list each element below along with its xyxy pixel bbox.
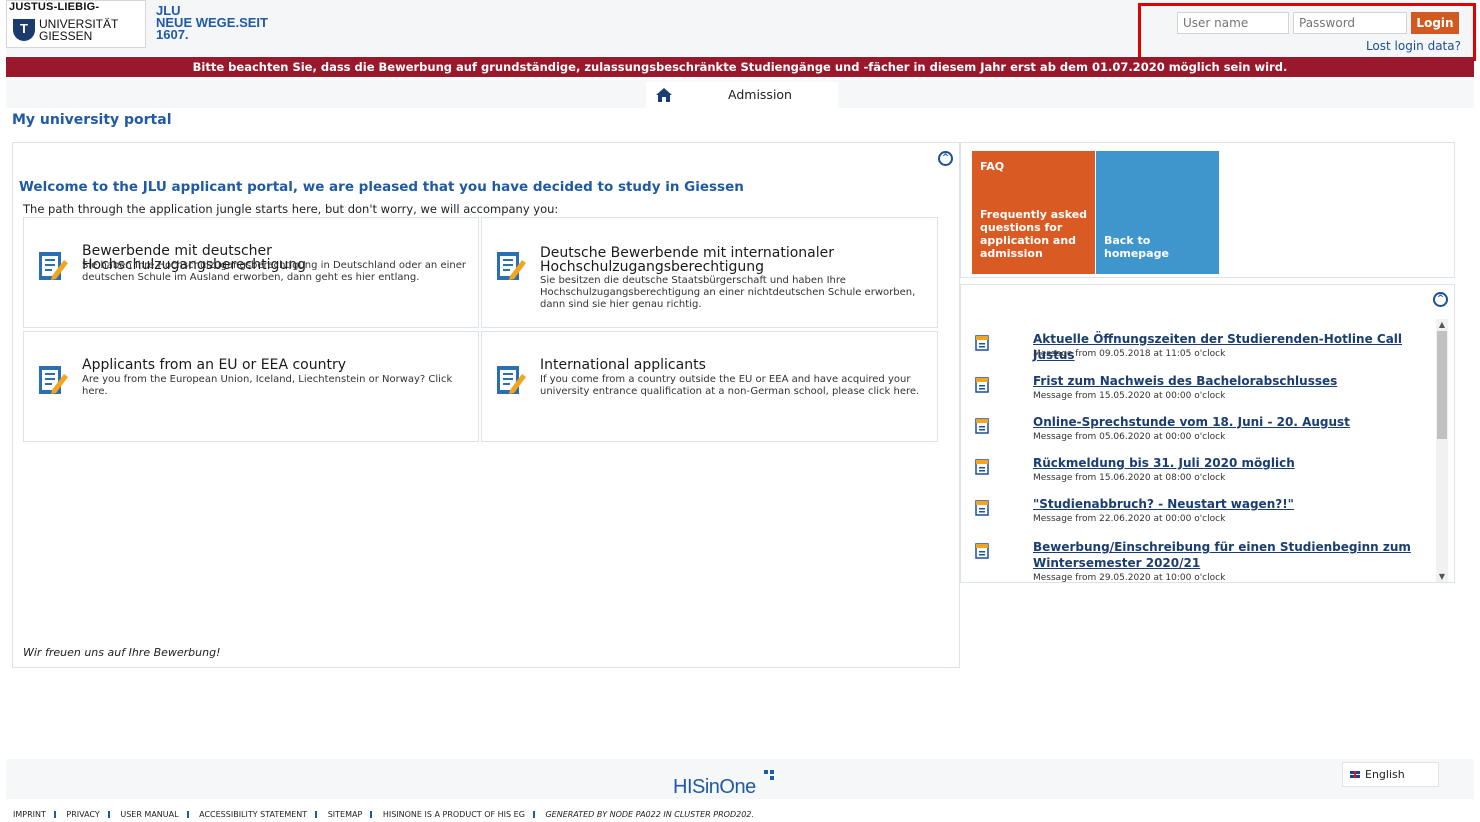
language-label: English (1365, 768, 1405, 781)
option-description: Are you from the European Union, Iceland… (82, 374, 453, 397)
news-date: Message from 05.06.2020 at 00:00 o'clock (1033, 432, 1226, 442)
news-title[interactable]: Rückmeldung bis 31. Juli 2020 möglich (1033, 455, 1413, 471)
news-panel: ^ Aktuelle Öffnungszeiten der Studierend… (960, 284, 1455, 583)
news-title[interactable]: Online-Sprechstunde vom 18. Juni - 20. A… (1033, 414, 1413, 430)
collapse-icon[interactable]: ^ (1433, 292, 1448, 307)
tab-admission[interactable]: Admission (682, 82, 838, 108)
footer-link-his[interactable]: HISINONE IS A PRODUCT OF HIS EG (383, 810, 525, 819)
uk-flag-icon (1350, 771, 1360, 778)
welcome-panel: ^ Welcome to the JLU applicant portal, w… (12, 142, 960, 668)
application-form-icon (39, 252, 68, 280)
password-input[interactable] (1293, 12, 1407, 34)
news-date: Message from 15.06.2020 at 08:00 o'clock (1033, 473, 1226, 483)
hisinone-dots-icon (764, 770, 778, 782)
language-button[interactable]: English (1342, 762, 1439, 787)
option-title: Applicants from an EU or EEA country (82, 357, 347, 373)
option-description: Sie besitzen die deutsche Staatsbürgersc… (540, 275, 916, 310)
jlu-slogan: JLU NEUE WEGE.SEIT 1607. (156, 3, 268, 42)
news-item[interactable]: Bewerbung/Einschreibung für einen Studie… (961, 539, 1431, 583)
footer-link-privacy[interactable]: PRIVACY (66, 810, 99, 819)
application-form-icon (497, 366, 526, 394)
hisinone-logo: HISinOne (673, 776, 756, 798)
collapse-icon[interactable]: ^ (938, 151, 953, 166)
footer-link-imprint[interactable]: IMPRINT (13, 810, 46, 819)
news-item[interactable]: Aktuelle Öffnungszeiten der Studierenden… (961, 331, 1431, 373)
news-document-icon (975, 418, 989, 434)
option-german-hzb[interactable]: Bewerbende mit deutscher Hochschulzugang… (23, 217, 479, 328)
option-description: Sie haben Ihre Hochschulzugangsberechtig… (82, 260, 466, 283)
news-item[interactable]: Frist zum Nachweis des Bachelorabschluss… (961, 373, 1431, 415)
lost-login-link[interactable]: Lost login data? (1366, 39, 1461, 53)
scroll-thumb[interactable] (1437, 331, 1447, 439)
main-nav: Admission (6, 80, 1474, 108)
intro-text: The path through the application jungle … (23, 202, 559, 216)
scroll-down-icon[interactable]: ▼ (1436, 571, 1448, 582)
logo-line1: JUSTUS-LIEBIG- (9, 1, 100, 13)
faq-title: FAQ (980, 160, 1005, 173)
footer-link-sitemap[interactable]: SITEMAP (328, 810, 363, 819)
faq-tile[interactable]: FAQ Frequently asked questions for appli… (972, 151, 1095, 274)
option-title: International applicants (540, 357, 706, 373)
logo-seal-icon: T (13, 19, 35, 41)
news-document-icon (975, 377, 989, 393)
footer-link-accessibility[interactable]: ACCESSIBILITY STATEMENT (199, 810, 307, 819)
news-title[interactable]: "Studienabbruch? - Neustart wagen?!" (1033, 496, 1413, 512)
news-date: Message from 09.05.2018 at 11:05 o'clock (1033, 349, 1226, 359)
homepage-label: Back to homepage (1104, 234, 1169, 260)
nav-home[interactable] (646, 82, 682, 108)
news-date: Message from 29.05.2020 at 10:00 o'clock (1033, 573, 1226, 583)
notice-bar: Bitte beachten Sie, dass die Bewerbung a… (6, 57, 1474, 77)
closing-text: Wir freuen uns auf Ihre Bewerbung! (23, 646, 221, 659)
username-input[interactable] (1177, 12, 1289, 34)
option-eu-eea[interactable]: Applicants from an EU or EEA country Are… (23, 331, 479, 442)
login-button[interactable]: Login (1411, 12, 1459, 34)
footer-generated: GENERATED BY NODE PA022 IN CLUSTER PROD2… (545, 810, 754, 819)
news-document-icon (975, 459, 989, 475)
logo-university: UNIVERSITÄT GIESSEN (39, 17, 119, 43)
news-date: Message from 15.05.2020 at 00:00 o'clock (1033, 391, 1226, 401)
news-item[interactable]: Rückmeldung bis 31. Juli 2020 möglich Me… (961, 455, 1431, 497)
scroll-up-icon[interactable]: ▲ (1436, 319, 1448, 331)
option-international[interactable]: International applicants If you come fro… (481, 331, 938, 442)
faq-description: Frequently asked questions for applicati… (980, 208, 1088, 260)
news-item[interactable]: Online-Sprechstunde vom 18. Juni - 20. A… (961, 414, 1431, 456)
welcome-heading: Welcome to the JLU applicant portal, we … (19, 179, 744, 195)
news-document-icon (975, 500, 989, 516)
option-title: Deutsche Bewerbende mit internationaler … (540, 245, 834, 275)
footer-link-manual[interactable]: USER MANUAL (120, 810, 178, 819)
news-scrollbar[interactable]: ▲ ▼ (1436, 319, 1448, 582)
tiles-panel: FAQ Frequently asked questions for appli… (960, 142, 1455, 278)
application-form-icon (497, 252, 526, 280)
footer-links: IMPRINT PRIVACY USER MANUAL ACCESSIBILIT… (13, 810, 754, 819)
option-description: If you come from a country outside the E… (540, 374, 920, 397)
news-document-icon (975, 335, 989, 351)
application-form-icon (39, 366, 68, 394)
homepage-tile[interactable]: Back to homepage (1096, 151, 1219, 274)
option-german-international-hzb[interactable]: Deutsche Bewerbende mit internationaler … (481, 217, 938, 328)
news-document-icon (975, 543, 989, 559)
page-title: My university portal (12, 112, 172, 128)
news-title[interactable]: Frist zum Nachweis des Bachelorabschluss… (1033, 373, 1413, 389)
news-item[interactable]: "Studienabbruch? - Neustart wagen?!" Mes… (961, 496, 1431, 538)
news-title[interactable]: Bewerbung/Einschreibung für einen Studie… (1033, 539, 1413, 571)
home-icon (656, 88, 672, 102)
news-date: Message from 22.06.2020 at 00:00 o'clock (1033, 514, 1226, 524)
jlu-logo[interactable]: JUSTUS-LIEBIG- T UNIVERSITÄT GIESSEN (6, 0, 146, 48)
login-area: Login Lost login data? (1138, 3, 1476, 61)
